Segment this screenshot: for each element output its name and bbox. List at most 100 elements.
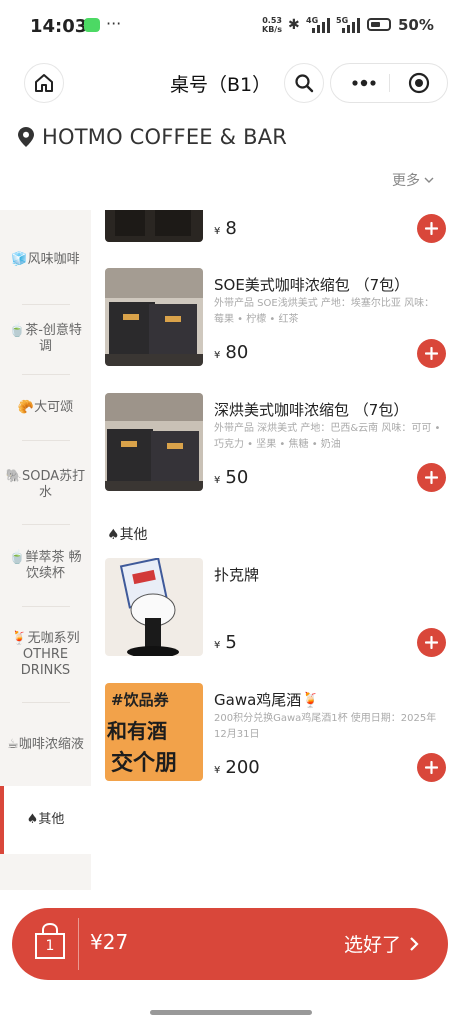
plus-icon — [425, 636, 438, 649]
search-button[interactable] — [284, 63, 324, 103]
target-close-icon — [408, 72, 430, 94]
product-description: 外带产品 SOE浅烘美式 产地：埃塞尔比亚 风味：莓果 • 柠檬 • 红茶 — [214, 298, 435, 325]
category-divider — [22, 524, 70, 525]
capsule-close-button[interactable] — [397, 64, 441, 102]
more-label: 更多 — [392, 173, 420, 189]
product-description: 外带产品 深烘美式 产地：巴西&云南 风味：可可 • 巧克力 • 坚果 • 焦糖… — [214, 423, 441, 450]
category-item[interactable]: 🍵茶-创意特调 — [0, 306, 91, 372]
bluetooth-icon: ✱ — [288, 17, 300, 33]
category-label: 风味咖啡 — [27, 252, 80, 267]
product-name: SOE美式咖啡浓缩包 （7包） — [214, 276, 410, 294]
chevron-right-icon — [410, 936, 419, 951]
category-label: 其他 — [38, 812, 65, 827]
category-label: SODA苏打水 — [22, 469, 86, 500]
category-emoji: ♠ — [26, 812, 39, 827]
plus-icon — [425, 761, 438, 774]
category-emoji: 🧊 — [11, 252, 28, 267]
category-emoji: 🍵 — [9, 323, 26, 338]
location-pin-icon — [18, 127, 34, 147]
cart-count: 1 — [45, 938, 55, 954]
cart-button[interactable]: 1 — [32, 922, 68, 962]
plus-icon — [425, 222, 438, 235]
cart-total: ¥27 — [90, 930, 129, 954]
product-image[interactable]: #饮品券 和有酒 交个朋 — [105, 683, 203, 781]
product-image[interactable] — [105, 393, 203, 491]
more-notifications-icon: ··· — [106, 14, 122, 33]
category-divider — [22, 304, 70, 305]
chevron-down-icon — [424, 177, 434, 183]
capsule-more-button[interactable] — [341, 64, 387, 102]
product-image[interactable] — [105, 268, 203, 366]
search-icon — [295, 74, 314, 93]
category-item[interactable]: ☕咖啡浓缩液 — [0, 710, 91, 780]
active-category-indicator — [0, 786, 4, 854]
section-title: ♠其他 — [107, 527, 148, 543]
coffee-bag-image — [105, 210, 203, 242]
spade-icon: ♠ — [107, 527, 120, 543]
home-button[interactable] — [24, 63, 64, 103]
category-label: 大可颂 — [34, 400, 74, 415]
add-to-cart-button[interactable] — [417, 463, 446, 492]
product-price: ¥5 — [214, 632, 237, 653]
add-to-cart-button[interactable] — [417, 628, 446, 657]
category-item[interactable]: 🍵鲜萃茶 畅饮续杯 — [0, 528, 91, 604]
wechat-notification-icon — [84, 18, 100, 32]
add-to-cart-button[interactable] — [417, 339, 446, 368]
coffee-bag-image — [105, 268, 203, 366]
category-emoji: 🐘 — [5, 469, 22, 484]
home-icon — [35, 74, 53, 92]
category-sidebar: 🧊 风味咖啡 🍵茶-创意特调 🥐 大可颂 🐘SODA苏打水 🍵鲜萃茶 畅饮续杯 🍹无… — [0, 210, 91, 890]
signal-icon-2 — [340, 17, 362, 33]
category-label: 鲜萃茶 畅饮续杯 — [25, 550, 82, 581]
product-name: 扑克牌 — [214, 566, 260, 584]
voucher-text-3: 交个朋 — [111, 751, 178, 776]
miniprogram-capsule — [330, 63, 448, 103]
product-description: 200积分兑换Gawa鸡尾酒1杯 使用日期：2025年12月31日 — [214, 713, 437, 740]
cart-bar[interactable]: 1 ¥27 选好了 — [12, 908, 448, 980]
category-divider — [22, 374, 70, 375]
more-button[interactable]: 更多 — [392, 170, 435, 190]
product-price: ¥50 — [214, 467, 249, 488]
product-list: ¥8 SOE美式咖啡浓缩包 （7包） 外带产品 SOE浅烘美式 产地：埃塞尔比亚… — [91, 210, 460, 890]
checkout-label: 选好了 — [344, 934, 402, 956]
poker-cards-image — [105, 558, 203, 656]
category-item-active[interactable]: ♠ 其他 — [0, 786, 91, 854]
more-dots-icon — [352, 79, 376, 87]
store-name: HOTMO COFFEE & BAR — [42, 125, 288, 149]
store-header[interactable]: HOTMO COFFEE & BAR — [18, 122, 287, 152]
category-divider — [22, 440, 70, 441]
battery-percent: 50% — [398, 16, 434, 34]
category-item[interactable]: 🥐 大可颂 — [0, 380, 91, 436]
category-label: 无咖系列 OTHRE DRINKS — [20, 631, 80, 678]
cart-divider — [78, 918, 79, 970]
product-image[interactable] — [105, 210, 203, 242]
capsule-divider — [389, 74, 390, 92]
category-item[interactable]: 🐘SODA苏打水 — [0, 450, 91, 520]
nav-bar: 桌号（B1） — [0, 58, 460, 106]
category-item[interactable]: 🧊 风味咖啡 — [0, 234, 91, 286]
category-emoji: ☕ — [7, 737, 19, 752]
plus-icon — [425, 471, 438, 484]
battery-icon — [367, 18, 391, 31]
checkout-button[interactable]: 选好了 — [344, 930, 421, 957]
category-label: 茶-创意特调 — [25, 323, 82, 354]
add-to-cart-button[interactable] — [417, 753, 446, 782]
signal-icon-1 — [310, 17, 332, 33]
category-emoji: 🥐 — [17, 400, 35, 415]
home-indicator[interactable] — [150, 1010, 312, 1015]
product-name: Gawa鸡尾酒🍹 — [214, 691, 320, 709]
category-label: 咖啡浓缩液 — [18, 737, 84, 752]
plus-icon — [425, 347, 438, 360]
voucher-text-2: 和有酒 — [107, 719, 167, 743]
add-to-cart-button[interactable] — [417, 214, 446, 243]
product-name: 深烘美式咖啡浓缩包 （7包） — [214, 401, 409, 419]
status-bar: 14:03 ··· 0.53 KB/s ✱ 4G 5G 50% — [0, 0, 460, 54]
category-item[interactable]: 🍹无咖系列 OTHRE DRINKS — [0, 614, 91, 696]
category-divider — [22, 702, 70, 703]
category-divider — [22, 606, 70, 607]
product-image[interactable] — [105, 558, 203, 656]
network-speed: 0.53 KB/s — [262, 16, 282, 34]
product-price: ¥80 — [214, 342, 249, 363]
product-price: ¥200 — [214, 757, 260, 778]
category-emoji: 🍹 — [11, 631, 28, 646]
